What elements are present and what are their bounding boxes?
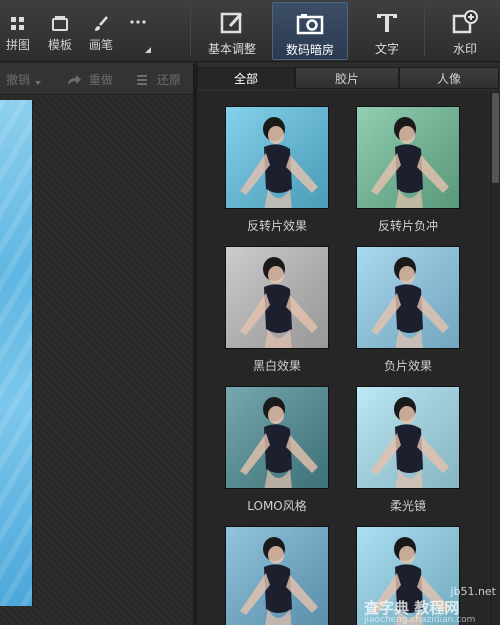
puzzle-tool-button[interactable]: 拼图 <box>1 14 35 53</box>
effect-thumbnail-grid: 反转片效果 反转片负冲黑白效果 负片效果 LOMO风格 柔光镜 <box>197 91 489 625</box>
effect-thumbnail[interactable]: 负片效果 <box>356 246 460 373</box>
basic-adjust-button[interactable]: 基本调整 <box>199 2 265 60</box>
effect-preview-image <box>356 246 460 349</box>
text-T-icon <box>356 8 418 38</box>
brush-tool-button[interactable]: 画笔 <box>84 14 118 53</box>
effect-thumbnail[interactable]: 柔光镜 <box>356 386 460 513</box>
effects-panel: 全部 胶片 人像 反转片效果 反转片负冲黑白效果 负片效果 LOMO风格 柔光镜 <box>197 63 500 625</box>
tool-label: 模板 <box>47 38 72 52</box>
template-icon <box>43 14 77 34</box>
tool-label: 画笔 <box>88 38 113 52</box>
restore-icon <box>137 75 147 85</box>
effect-thumbnail[interactable]: 反转片效果 <box>225 106 329 233</box>
tab-all[interactable]: 全部 <box>197 67 295 89</box>
tool-label: 文字 <box>374 42 399 56</box>
camera-icon <box>273 9 347 39</box>
tool-label: 拼图 <box>5 38 30 52</box>
effect-preview-image <box>225 386 329 489</box>
effect-preview-image <box>225 526 329 625</box>
edit-action-bar: 撤销 重做 还原 <box>0 63 193 95</box>
toolbar-separator <box>424 6 425 56</box>
effect-label: LOMO风格 <box>247 499 307 513</box>
effect-thumbnail[interactable]: 黑白效果 <box>225 246 329 373</box>
dropdown-arrow-icon <box>34 81 41 85</box>
effect-preview-image <box>356 386 460 489</box>
effect-label: 黑白效果 <box>252 359 301 373</box>
more-dots-icon[interactable] <box>128 12 148 31</box>
text-tool-button[interactable]: 文字 <box>356 2 418 60</box>
edited-photo[interactable] <box>0 100 33 606</box>
restore-label: 还原 <box>156 73 181 87</box>
top-toolbar: 拼图 模板 画笔 基本调整 数码暗房 文字 水印 <box>0 0 500 62</box>
undo-button[interactable]: 撤销 <box>6 71 45 88</box>
tool-label: 水印 <box>452 42 477 56</box>
adjust-edit-icon <box>199 8 265 38</box>
tab-film[interactable]: 胶片 <box>295 67 399 89</box>
effect-label: 负片效果 <box>383 359 432 373</box>
watermark-overlay: jb51.net 查字典 教程网 jiaocheng.chazidian.com <box>360 585 500 625</box>
scrollbar-thumb[interactable] <box>492 93 499 183</box>
effect-label: 柔光镜 <box>389 499 426 513</box>
effect-label: 反转片负冲 <box>377 219 438 233</box>
restore-button[interactable]: 还原 <box>134 71 181 88</box>
undo-label: 撤销 <box>6 73 31 87</box>
effect-preview-image <box>225 246 329 349</box>
tool-label: 基本调整 <box>207 42 256 56</box>
expand-arrow-icon[interactable] <box>143 40 153 59</box>
redo-arrow-icon <box>68 75 81 85</box>
effect-label: 反转片效果 <box>246 219 307 233</box>
effect-preview-image <box>356 106 460 209</box>
digital-darkroom-button[interactable]: 数码暗房 <box>272 2 348 60</box>
watermark-tool-button[interactable]: 水印 <box>432 2 498 60</box>
brush-icon <box>84 14 118 34</box>
effect-thumbnail[interactable] <box>225 526 329 625</box>
effect-thumbnail[interactable]: 反转片负冲 <box>356 106 460 233</box>
redo-button[interactable]: 重做 <box>66 71 113 88</box>
toolbar-separator <box>190 6 191 56</box>
effect-thumbnail[interactable]: LOMO风格 <box>225 386 329 513</box>
photo-canvas[interactable] <box>0 96 193 625</box>
redo-label: 重做 <box>88 73 113 87</box>
template-tool-button[interactable]: 模板 <box>43 14 77 53</box>
tab-portrait[interactable]: 人像 <box>399 67 499 89</box>
effect-preview-image <box>225 106 329 209</box>
watermark-plus-icon <box>432 8 498 38</box>
watermark-url: jiaocheng.chazidian.com <box>364 615 476 625</box>
tool-label: 数码暗房 <box>285 43 334 57</box>
grid-icon <box>1 14 35 34</box>
effect-category-tabs: 全部 胶片 人像 <box>197 67 499 89</box>
